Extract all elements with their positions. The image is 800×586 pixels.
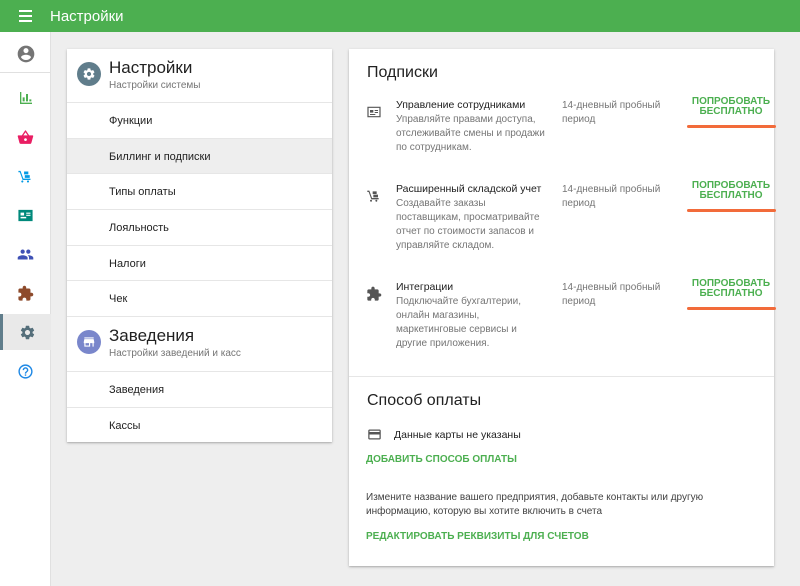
add-payment-method-link[interactable]: ДОБАВИТЬ СПОСОБ ОПЛАТЫ (366, 454, 517, 465)
sidebar-divider (0, 72, 51, 73)
sidebar-item-statistics[interactable] (0, 80, 51, 116)
subscription-row: Управление сотрудниками Управляйте права… (349, 97, 776, 159)
page-title: Настройки (50, 7, 124, 25)
try-free-highlight (687, 307, 776, 310)
menu-item-taxes[interactable]: Налоги (67, 245, 332, 281)
sidebar-item-help[interactable] (0, 353, 51, 389)
settings-section-subtitle: Настройки системы (109, 80, 201, 91)
edit-invoice-details-link[interactable]: РЕДАКТИРОВАТЬ РЕКВИЗИТЫ ДЛЯ СЧЕТОВ (366, 531, 589, 542)
section-divider (349, 376, 774, 377)
gear-icon (20, 325, 34, 339)
subscription-trial: 14-дневный пробный период (562, 282, 661, 307)
subscription-description: Создавайте заказы поставщикам, просматри… (396, 198, 540, 251)
settings-section-title: Настройки (109, 58, 193, 77)
subscription-description: Управляйте правами доступа, отслеживайте… (396, 114, 545, 153)
subscription-name: Интеграции (396, 281, 454, 293)
sidebar-item-account[interactable] (0, 36, 51, 72)
menu-item-venues[interactable]: Заведения (67, 371, 332, 407)
settings-menu-card: Настройки Настройки системы Функции Билл… (67, 49, 332, 442)
menu-icon[interactable] (0, 0, 50, 32)
try-free-button[interactable]: ПОПРОБОВАТЬ БЕСПЛАТНО (686, 279, 776, 299)
card-status-text: Данные карты не указаны (394, 428, 521, 441)
menu-item-functions[interactable]: Функции (67, 102, 332, 138)
help-icon (18, 363, 33, 379)
try-free-button[interactable]: ПОПРОБОВАТЬ БЕСПЛАТНО (686, 97, 776, 117)
sidebar-item-sales[interactable] (0, 119, 51, 155)
subscription-trial: 14-дневный пробный период (562, 184, 661, 209)
puzzle-icon (18, 285, 34, 301)
account-circle-icon (17, 45, 34, 63)
dolly-icon (365, 187, 383, 205)
try-free-line2: БЕСПЛАТНО (699, 106, 763, 117)
venues-section-title: Заведения (109, 326, 195, 345)
settings-section-icon (77, 62, 101, 86)
gear-icon (83, 68, 95, 80)
top-app-bar: Настройки (0, 0, 800, 32)
try-free-highlight (687, 125, 776, 128)
try-free-button[interactable]: ПОПРОБОВАТЬ БЕСПЛАТНО (686, 181, 776, 201)
subscription-name: Управление сотрудниками (396, 99, 526, 111)
sidebar-item-customers[interactable] (0, 236, 51, 272)
venues-section-subtitle: Настройки заведений и касс (109, 348, 241, 359)
try-free-line2: БЕСПЛАТНО (699, 288, 763, 299)
payment-method-title: Способ оплаты (367, 392, 482, 409)
sidebar-item-employees[interactable] (0, 197, 51, 233)
bar-chart-icon (19, 92, 32, 104)
puzzle-icon (365, 285, 383, 303)
menu-item-payment-types[interactable]: Типы оплаты (67, 173, 332, 209)
people-icon (17, 249, 34, 259)
store-icon (83, 337, 95, 347)
venues-section-header: Заведения Настройки заведений и касс (67, 316, 332, 368)
menu-item-loyalty[interactable]: Лояльность (67, 209, 332, 245)
try-free-highlight (687, 209, 776, 212)
subscription-description: Подключайте бухгалтерии, онлайн магазины… (396, 296, 522, 349)
subscription-trial: 14-дневный пробный период (562, 100, 661, 125)
payment-card-line: Данные карты не указаны (367, 427, 521, 442)
invoice-info-text: Измените название вашего предприятия, до… (366, 492, 704, 517)
menu-item-billing[interactable]: Биллинг и подписки (67, 138, 332, 174)
subscription-row: Интеграции Подключайте бухгалтерии, онла… (349, 279, 776, 351)
sidebar-item-warehouse[interactable] (0, 158, 51, 194)
subscription-name: Расширенный складской учет (396, 183, 542, 195)
dolly-icon (18, 170, 31, 183)
billing-card: Подписки Управление сотрудниками Управля… (349, 49, 776, 566)
credit-card-icon (368, 429, 381, 440)
sidebar (0, 32, 51, 586)
menu-item-receipt[interactable]: Чек (67, 280, 332, 316)
subscription-row: Расширенный складской учет Создавайте за… (349, 181, 776, 253)
settings-section-header: Настройки Настройки системы (67, 49, 332, 101)
try-free-line2: БЕСПЛАТНО (699, 190, 763, 201)
id-card-icon (365, 103, 383, 121)
id-card-icon (18, 209, 33, 221)
subscriptions-title: Подписки (367, 64, 438, 81)
sidebar-item-settings[interactable] (0, 314, 51, 350)
menu-item-registers[interactable]: Кассы (67, 407, 332, 443)
sidebar-item-integrations[interactable] (0, 275, 51, 311)
venues-section-icon (77, 330, 101, 354)
basket-icon (17, 129, 34, 144)
